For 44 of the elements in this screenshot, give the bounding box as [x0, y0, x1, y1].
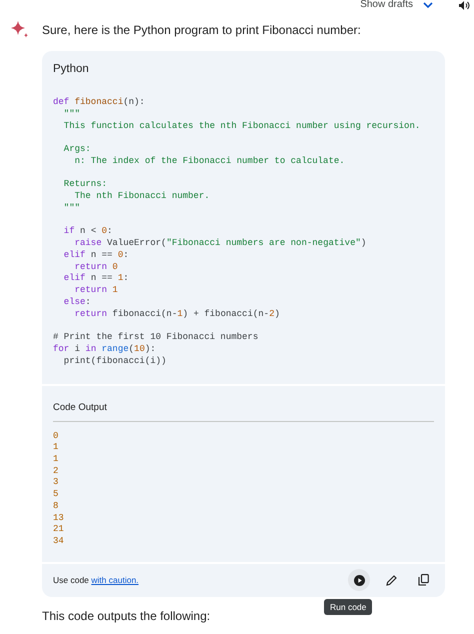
run-code-button[interactable] — [348, 569, 370, 592]
output-title: Code Output — [53, 402, 107, 414]
code-line: return fibonacci(n-1) + fibonacci(n-2) — [74, 308, 280, 321]
code-line: This function calculates the nth Fibonacci number using recursion. — [62, 120, 420, 132]
code-line: if n < 0: — [62, 225, 112, 238]
output-line: 1 — [53, 442, 58, 454]
output-line: 8 — [53, 500, 58, 513]
output-line: 0 — [53, 430, 58, 442]
output-line: 21 — [53, 524, 64, 536]
code-line: elif n == 1: — [62, 273, 129, 286]
chevron-icon[interactable] — [423, 2, 433, 8]
code-line: return 0 — [74, 262, 118, 274]
caution-link[interactable]: with caution. — [91, 575, 139, 586]
code-line: raise ValueError("Fibonacci numbers are non-negative") — [74, 238, 366, 250]
code-line: """ — [62, 108, 80, 121]
code-line: print(fibonacci(i)) — [62, 356, 166, 368]
sparkle-icon — [10, 20, 30, 40]
code-line: for i in range(10): — [53, 344, 156, 356]
code-line: Returns: — [62, 178, 108, 192]
show-drafts-label[interactable]: Show drafts — [360, 0, 413, 10]
output-line: 5 — [53, 489, 58, 501]
code-line: else: — [62, 297, 91, 309]
code-line: def fibonacci(n): — [53, 97, 145, 109]
caution-text: Use code with caution. — [53, 575, 140, 586]
response-text: This code outputs the following: — [42, 608, 210, 624]
output-line: 34 — [53, 536, 64, 548]
output-line: 3 — [53, 477, 58, 490]
output-line: 13 — [53, 512, 64, 524]
speaker-icon[interactable] — [459, 0, 470, 10]
language-label: Python — [53, 62, 89, 76]
code-line: return 1 — [74, 285, 118, 298]
code-line: The nth Fibonacci number. — [74, 191, 210, 203]
code-line: n: The index of the Fibonacci number to calculate. — [74, 156, 345, 168]
response-text: Sure, here is the Python program to print Fibonacci number: — [42, 22, 361, 38]
code-line: """ — [62, 202, 80, 215]
code-line: elif n == 0: — [62, 250, 129, 262]
output-line: 2 — [53, 466, 58, 478]
code-line: Args: — [62, 143, 91, 156]
tooltip: Run code — [324, 598, 372, 615]
pencil-icon — [386, 574, 396, 586]
code-line: # Print the first 10 Fibonacci numbers — [53, 331, 258, 344]
play-icon — [354, 574, 364, 586]
copy-icon — [418, 574, 428, 586]
output-line: 1 — [53, 454, 58, 466]
